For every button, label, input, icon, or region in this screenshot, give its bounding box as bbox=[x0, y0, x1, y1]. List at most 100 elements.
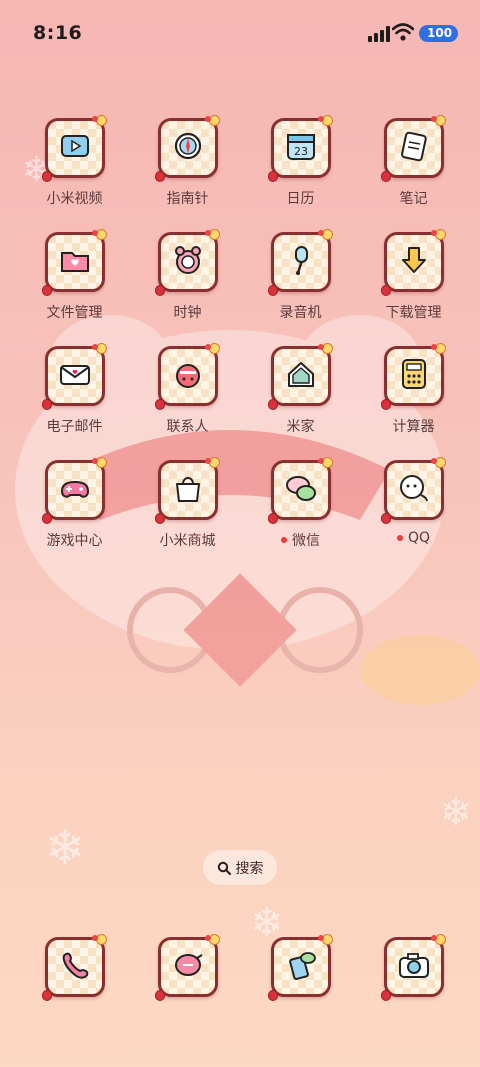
knot-decoration bbox=[204, 935, 211, 941]
notification-dot bbox=[281, 537, 287, 543]
app-label-text: 微信 bbox=[292, 533, 320, 549]
shopping-bag-app-icon bbox=[154, 457, 220, 524]
lantern-decoration bbox=[380, 285, 391, 296]
dock-messages[interactable] bbox=[131, 934, 244, 1001]
app-label-text: 电子邮件 bbox=[46, 419, 103, 435]
app-label: 联系人 bbox=[167, 416, 209, 436]
signal-icon bbox=[368, 26, 390, 42]
app-calendar[interactable]: 23 日历 bbox=[244, 115, 357, 208]
svg-text:23: 23 bbox=[294, 145, 308, 158]
lantern-decoration bbox=[41, 513, 52, 524]
status-bar: 8:16 100 bbox=[0, 0, 480, 70]
qq-app-icon bbox=[380, 457, 446, 524]
compass-app-icon bbox=[154, 115, 220, 182]
dock-browser[interactable] bbox=[244, 934, 357, 1001]
app-label-text: 游戏中心 bbox=[46, 533, 103, 549]
knot-decoration bbox=[317, 116, 324, 122]
app-wechat[interactable]: 微信 bbox=[244, 457, 357, 550]
video-app-icon bbox=[41, 115, 107, 182]
knot-decoration bbox=[91, 230, 98, 236]
knot-decoration bbox=[204, 230, 211, 236]
camera-icon bbox=[397, 948, 431, 986]
app-contacts[interactable]: 联系人 bbox=[131, 343, 244, 436]
app-home[interactable]: 米家 bbox=[244, 343, 357, 436]
knot-decoration bbox=[430, 458, 437, 464]
app-clock[interactable]: 时钟 bbox=[131, 229, 244, 322]
lantern-decoration bbox=[267, 171, 278, 182]
app-label-text: 笔记 bbox=[399, 191, 428, 207]
app-label: 时钟 bbox=[174, 302, 202, 322]
wifi-icon bbox=[392, 23, 414, 41]
folder-icon bbox=[58, 243, 92, 281]
app-folder[interactable]: 文件管理 bbox=[18, 229, 131, 322]
app-label-text: 时钟 bbox=[173, 305, 202, 321]
contacts-app-icon bbox=[154, 343, 220, 410]
status-time: 8:16 bbox=[33, 22, 83, 44]
app-label: 笔记 bbox=[400, 188, 428, 208]
app-label: 录音机 bbox=[280, 302, 322, 322]
clock-app-icon bbox=[154, 229, 220, 296]
app-label: 小米商城 bbox=[160, 530, 216, 550]
notes-app-icon bbox=[380, 115, 446, 182]
folder-app-icon bbox=[41, 229, 107, 296]
browser-app-icon bbox=[267, 934, 333, 1001]
app-label: 文件管理 bbox=[47, 302, 103, 322]
contacts-icon bbox=[171, 357, 205, 395]
messages-app-icon bbox=[154, 934, 220, 1001]
app-label: 下载管理 bbox=[386, 302, 442, 322]
notification-dot bbox=[396, 535, 403, 541]
app-label-text: 文件管理 bbox=[46, 305, 103, 321]
lantern-decoration bbox=[380, 513, 391, 524]
app-label-text: 日历 bbox=[286, 191, 315, 207]
app-label: 米家 bbox=[287, 416, 315, 436]
gamepad-icon bbox=[58, 471, 92, 509]
app-qq[interactable]: QQ bbox=[357, 457, 470, 550]
mail-app-icon bbox=[41, 343, 107, 410]
app-mail[interactable]: 电子邮件 bbox=[18, 343, 131, 436]
search-icon bbox=[217, 861, 231, 875]
video-icon bbox=[58, 129, 92, 167]
app-download[interactable]: 下载管理 bbox=[357, 229, 470, 322]
shopping-bag-icon bbox=[171, 471, 205, 509]
knot-decoration bbox=[91, 935, 98, 941]
browser-icon bbox=[284, 948, 318, 986]
wechat-app-icon bbox=[267, 457, 333, 524]
knot-decoration bbox=[317, 344, 324, 350]
lantern-decoration bbox=[41, 990, 52, 1001]
app-video[interactable]: 小米视频 bbox=[18, 115, 131, 208]
battery-indicator: 100 bbox=[419, 25, 459, 42]
app-label: QQ bbox=[396, 530, 431, 546]
dock-camera[interactable] bbox=[357, 934, 470, 1001]
app-compass[interactable]: 指南针 bbox=[131, 115, 244, 208]
calendar-app-icon: 23 bbox=[267, 115, 333, 182]
knot-decoration bbox=[430, 344, 437, 350]
app-gamepad[interactable]: 游戏中心 bbox=[18, 457, 131, 550]
knot-decoration bbox=[204, 344, 211, 350]
knot-decoration bbox=[317, 458, 324, 464]
lantern-decoration bbox=[267, 990, 278, 1001]
dock-phone[interactable] bbox=[18, 934, 131, 1001]
knot-decoration bbox=[204, 458, 211, 464]
app-label: 日历 bbox=[287, 188, 315, 208]
app-label: 微信 bbox=[281, 530, 320, 550]
search-button[interactable]: 搜索 bbox=[203, 850, 277, 885]
lantern-decoration bbox=[380, 171, 391, 182]
app-microphone[interactable]: 录音机 bbox=[244, 229, 357, 322]
app-shopping-bag[interactable]: 小米商城 bbox=[131, 457, 244, 550]
home-icon bbox=[284, 357, 318, 395]
lantern-decoration bbox=[154, 990, 165, 1001]
app-label: 电子邮件 bbox=[47, 416, 103, 436]
lantern-decoration bbox=[267, 285, 278, 296]
messages-icon bbox=[171, 948, 205, 986]
lantern-decoration bbox=[41, 171, 52, 182]
app-label-text: 联系人 bbox=[166, 419, 209, 435]
app-label: 小米视频 bbox=[47, 188, 103, 208]
snowflake-icon: ❄ bbox=[45, 820, 86, 876]
app-label-text: 小米视频 bbox=[46, 191, 103, 207]
knot-decoration bbox=[91, 344, 98, 350]
app-notes[interactable]: 笔记 bbox=[357, 115, 470, 208]
app-label-text: QQ bbox=[407, 530, 431, 546]
app-calculator[interactable]: 计算器 bbox=[357, 343, 470, 436]
lantern-decoration bbox=[380, 399, 391, 410]
calculator-icon bbox=[397, 357, 431, 395]
